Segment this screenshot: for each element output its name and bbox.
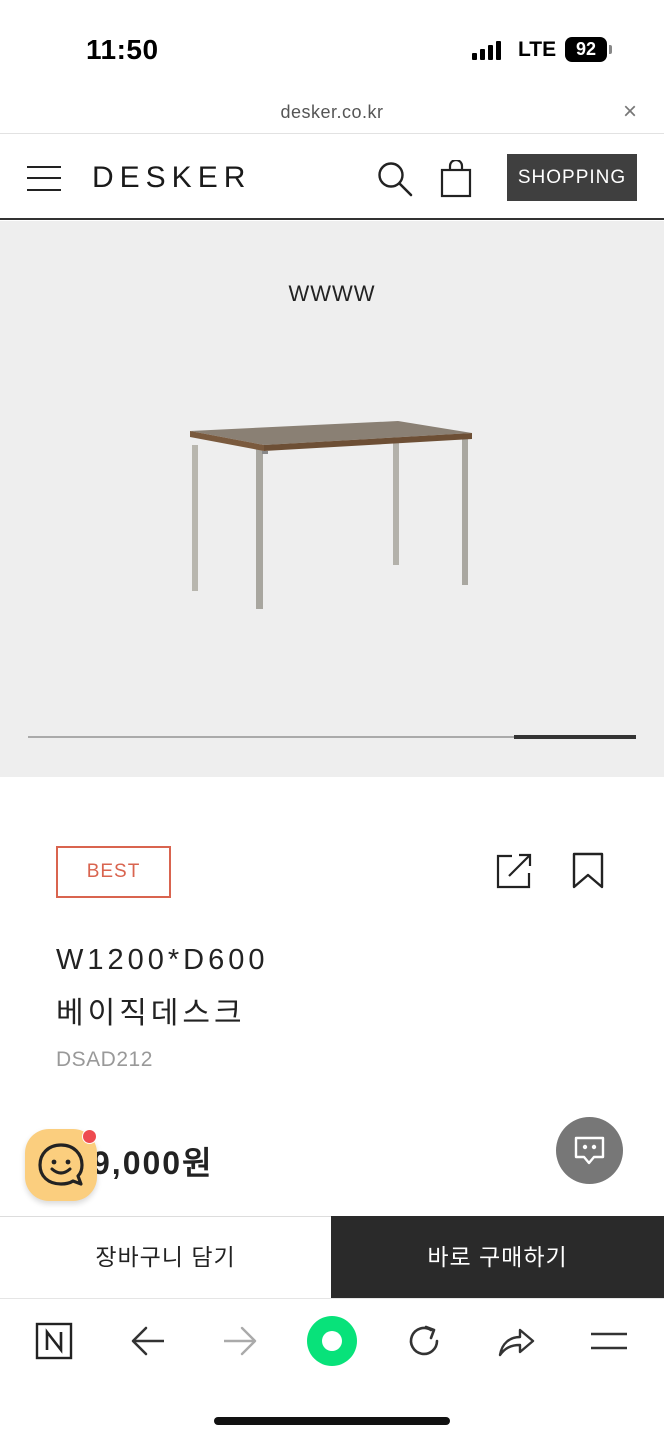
back-arrow-icon[interactable]	[128, 1321, 168, 1361]
shopping-button[interactable]: SHOPPING	[507, 154, 637, 201]
product-name: 베이직데스크	[56, 997, 246, 1030]
bag-icon[interactable]	[440, 160, 472, 198]
carousel-progress[interactable]	[28, 735, 636, 739]
notification-dot	[82, 1129, 97, 1144]
chat-icon[interactable]	[556, 1117, 623, 1184]
hamburger-icon[interactable]	[589, 1321, 629, 1361]
browser-toolbar	[0, 1298, 664, 1440]
home-indicator	[214, 1417, 450, 1425]
carousel-progress-fill	[514, 735, 636, 739]
chat-bubble-icon	[574, 1136, 605, 1165]
status-bar: 11:50 LTE 92	[0, 0, 664, 96]
network-label: LTE	[518, 38, 557, 61]
product-image-carousel[interactable]: WWWW	[0, 221, 664, 777]
product-size: W1200*D600	[56, 944, 269, 976]
url-text[interactable]: desker.co.kr	[0, 102, 664, 123]
signal-icon	[472, 40, 506, 60]
bookmark-icon[interactable]	[571, 852, 605, 890]
product-price: 9,000원	[92, 1145, 214, 1181]
best-badge: BEST	[56, 846, 171, 898]
site-header: DESKER SHOPPING	[0, 134, 664, 220]
green-dot-icon[interactable]	[306, 1315, 358, 1367]
share-arrow-icon[interactable]	[496, 1321, 536, 1361]
hero-caption: WWWW	[288, 281, 376, 306]
desk-image	[190, 421, 472, 609]
menu-icon[interactable]	[27, 163, 61, 193]
buy-now-button[interactable]: 바로 구매하기	[331, 1216, 664, 1298]
add-to-cart-button[interactable]: 장바구니 담기	[0, 1216, 331, 1298]
forward-arrow-icon[interactable]	[220, 1321, 260, 1361]
site-logo[interactable]: DESKER	[92, 161, 251, 195]
product-code: DSAD212	[56, 1048, 153, 1071]
naver-n-icon[interactable]	[34, 1321, 74, 1361]
battery-icon: 92	[565, 37, 607, 62]
search-icon[interactable]	[376, 160, 414, 198]
battery-tip	[609, 45, 612, 54]
share-icon[interactable]	[495, 852, 533, 890]
url-bar[interactable]: desker.co.kr ×	[0, 96, 664, 134]
reload-icon[interactable]	[404, 1321, 444, 1361]
status-time: 11:50	[86, 34, 159, 65]
close-icon[interactable]: ×	[618, 100, 642, 124]
